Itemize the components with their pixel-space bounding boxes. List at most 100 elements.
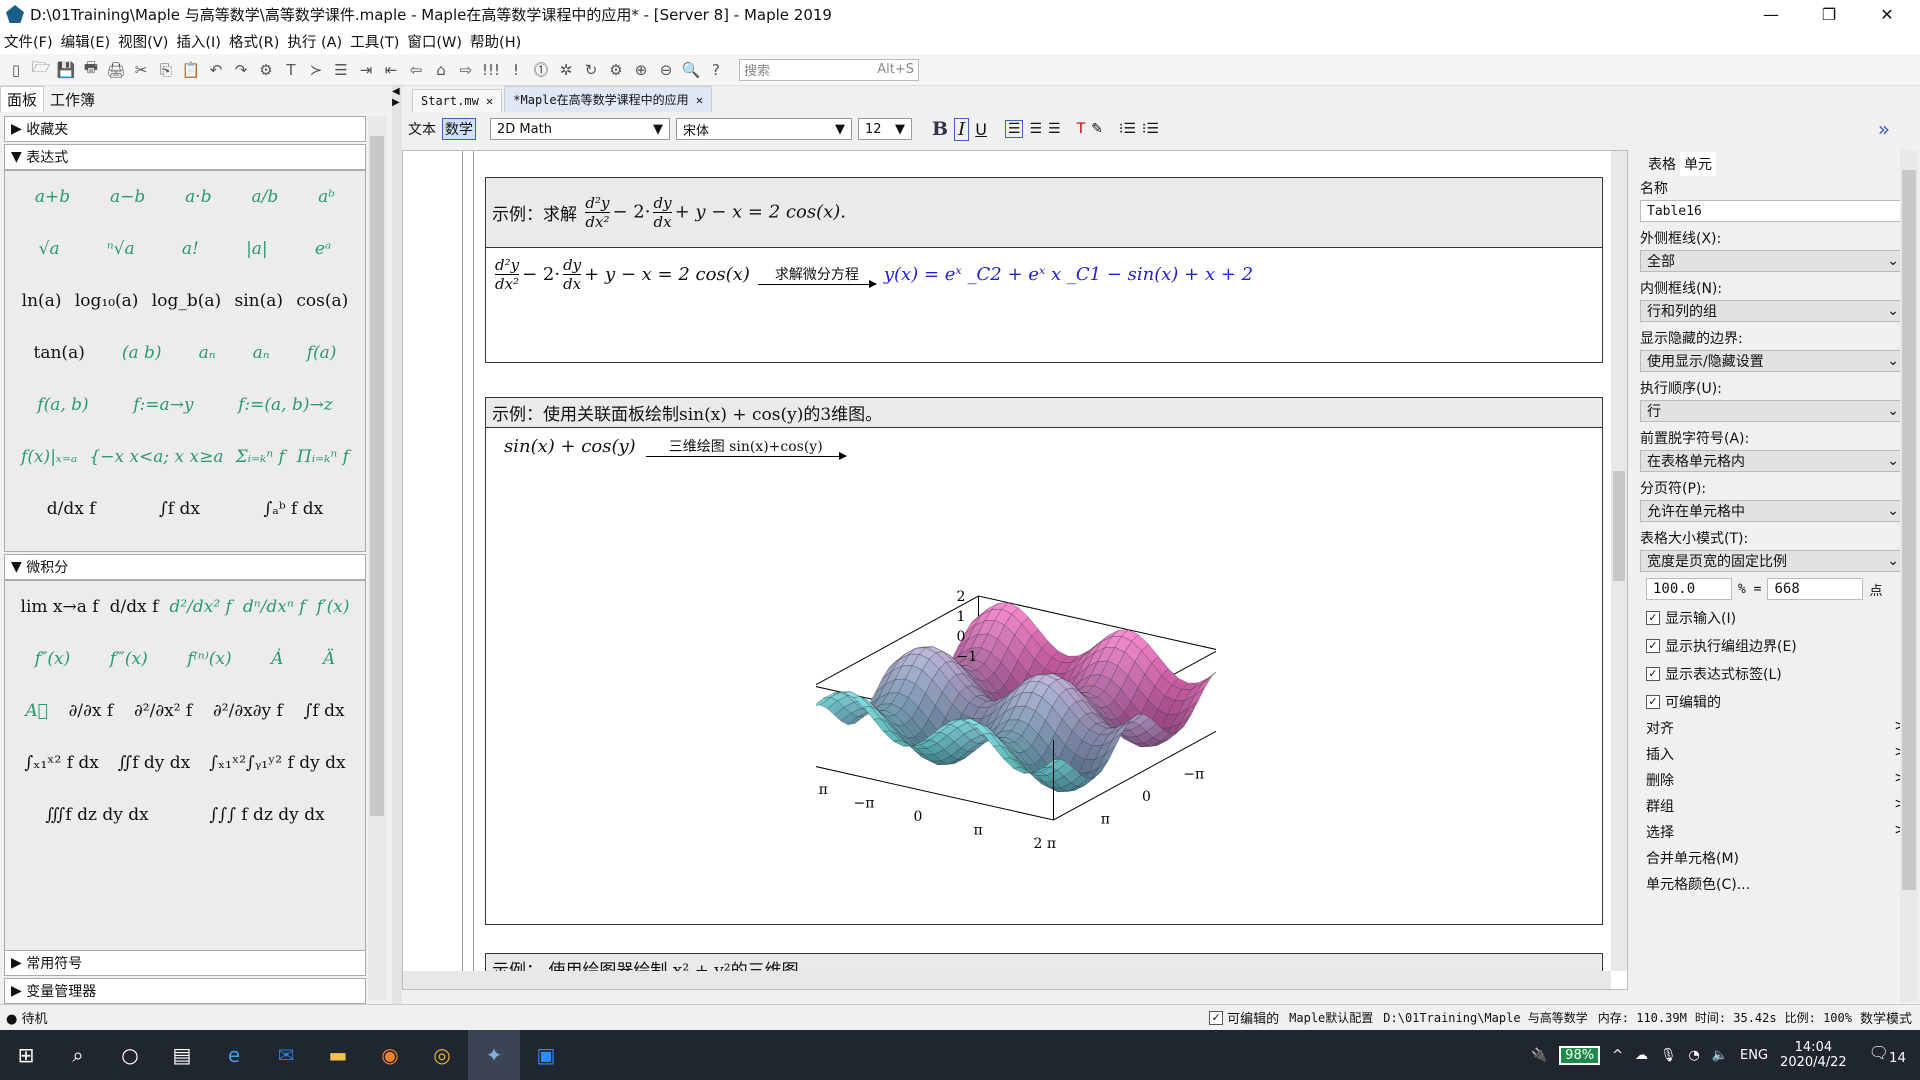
palette-item[interactable]: a! (182, 239, 199, 259)
cortana-icon[interactable]: ○ (104, 1030, 156, 1080)
toolbar-icon-8[interactable]: ↶ (206, 61, 226, 79)
palette-item[interactable]: ∫ₓ₁ˣ²∫ᵧ₁ʸ² f dy dx (209, 753, 345, 773)
palette-item[interactable]: aₙ (253, 343, 270, 363)
menu-tools[interactable]: 工具(T) (346, 31, 403, 52)
toolbar-icon-9[interactable]: ↷ (231, 61, 251, 79)
submenu-item[interactable]: 插入> (1646, 744, 1906, 764)
percent-input[interactable]: 100.0 (1646, 578, 1732, 600)
palette-item[interactable]: d/dx f (47, 499, 96, 519)
panel-collapse-handle[interactable]: ◀ ▶ (392, 86, 402, 1004)
toolbar-icon-21[interactable]: ⓵ (531, 59, 551, 80)
toolbar-icon-0[interactable]: ▯ (6, 61, 26, 79)
italic-button[interactable]: I (954, 117, 970, 141)
toolbar-icon-20[interactable]: ! (506, 61, 526, 79)
palette-item[interactable]: ∫f dx (304, 701, 345, 721)
palette-item[interactable]: cos(a) (296, 291, 348, 311)
toolbar-icon-12[interactable]: ≻ (306, 61, 326, 79)
points-input[interactable]: 668 (1767, 578, 1864, 600)
palette-item[interactable]: sin(a) (234, 291, 283, 311)
menu-format[interactable]: 格式(R) (225, 31, 283, 52)
palette-item[interactable]: d/dx f (110, 597, 159, 617)
section-expressions[interactable]: ▼ 表达式 (4, 144, 366, 170)
chrome-icon[interactable]: ◎ (416, 1030, 468, 1080)
network-icon[interactable]: ◔ (1689, 1048, 1700, 1063)
menu-evaluate[interactable]: 执行 (A) (283, 31, 346, 52)
toolbar-icon-16[interactable]: ⇦ (406, 61, 426, 79)
palette-item[interactable]: Σᵢ₌ₖⁿ f (236, 447, 285, 467)
menu-window[interactable]: 窗口(W) (403, 31, 466, 52)
toolbar-icon-3[interactable]: 🖶 (81, 57, 101, 82)
menu-edit[interactable]: 编辑(E) (57, 31, 114, 52)
plot-input-line[interactable]: sin(x) + cos(y) 三维绘图 sin(x)+cos(y) (486, 428, 1602, 465)
menu-help[interactable]: 帮助(H) (466, 31, 525, 52)
section-symbols[interactable]: ▶ 常用符号 (4, 950, 366, 976)
palette-item[interactable]: log₁₀(a) (75, 291, 139, 311)
palette-item[interactable]: f:=(a, b)→z (238, 395, 333, 415)
palette-item[interactable]: ∭f dz dy dx (45, 805, 148, 825)
palette-item[interactable]: ⁿ√a (107, 239, 135, 259)
align-center-icon[interactable]: ☰ (1029, 121, 1042, 137)
palette-item[interactable]: A⃛ (25, 701, 47, 721)
tab-palettes[interactable]: 面板 (0, 86, 45, 112)
close-tab-icon[interactable]: ✕ (486, 94, 493, 108)
toolbar-icon-11[interactable]: T (281, 61, 301, 79)
align-right-icon[interactable]: ☰ (1048, 121, 1061, 137)
section-calculus[interactable]: ▼ 微积分 (4, 554, 366, 580)
submenu-item[interactable]: 对齐> (1646, 718, 1906, 738)
microphone-icon[interactable]: 🎙 (1660, 1048, 1677, 1063)
palette-item[interactable]: aₙ (199, 343, 216, 363)
palette-item[interactable]: a/b (251, 187, 278, 207)
palette-item[interactable]: Ä (323, 649, 335, 669)
toolbar-icon-6[interactable]: ⎘ (156, 61, 176, 79)
search-input[interactable]: 搜索 Alt+S (739, 58, 919, 81)
palette-item[interactable]: ∂²/∂x∂y f (213, 701, 283, 721)
submenu-item[interactable]: 群组> (1646, 796, 1906, 816)
bullet-list-icon[interactable]: ⁝☰ (1119, 121, 1136, 137)
example-plot-group[interactable]: 示例：使用关联面板绘制sin(x) + cos(y)的3维图。 sin(x) +… (485, 397, 1603, 925)
submenu-item[interactable]: 选择> (1646, 822, 1906, 842)
math-mode-button[interactable]: 数学 (442, 118, 476, 140)
toolbar-icon-28[interactable]: ? (706, 61, 726, 79)
checkbox-checked-icon[interactable]: ✓ (1646, 695, 1660, 709)
show-hidden-icons[interactable]: ^ (1612, 1048, 1623, 1063)
palette-item[interactable]: (a b) (122, 343, 162, 363)
field-select[interactable]: 允许在单元格中 ⌄ (1640, 500, 1906, 522)
palette-item[interactable]: ∫f dx (159, 499, 200, 519)
tab-maple-course[interactable]: *Maple在高等数学课程中的应用 ✕ (504, 86, 713, 112)
toolbar-icon-13[interactable]: ☰ (331, 61, 351, 79)
palette-item[interactable]: ∂/∂x f (69, 701, 114, 721)
minimize-button[interactable]: — (1748, 0, 1794, 28)
toolbar-icon-5[interactable]: ✂ (131, 61, 151, 79)
palette-item[interactable]: f(a, b) (37, 395, 88, 415)
palette-item[interactable]: f⁽ⁿ⁾(x) (187, 649, 231, 669)
palette-item[interactable]: {−x x<a; x x≥a (89, 447, 223, 467)
firefox-icon[interactable]: ◉ (364, 1030, 416, 1080)
name-input[interactable]: Table16 (1640, 200, 1906, 222)
toolbar-icon-18[interactable]: ⇨ (456, 61, 476, 79)
toolbar-icon-26[interactable]: ⊖ (656, 61, 676, 79)
checkbox-checked-icon[interactable]: ✓ (1646, 639, 1660, 653)
palette-item[interactable]: ∂²/∂x² f (134, 701, 192, 721)
submenu-item[interactable]: 删除> (1646, 770, 1906, 790)
battery-indicator[interactable]: 98% (1559, 1045, 1601, 1065)
option-checkbox[interactable]: ✓ 可编辑的 (1646, 692, 1920, 712)
zoom-icon[interactable]: ▣ (520, 1030, 572, 1080)
checkbox-checked-icon[interactable]: ✓ (1646, 611, 1660, 625)
palette-item[interactable]: eᵃ (315, 239, 331, 259)
palette-scrollbar[interactable] (368, 116, 386, 1000)
maple-taskbar-icon[interactable]: ✦ (468, 1030, 520, 1080)
expand-context-panel-icon[interactable]: » (1878, 117, 1890, 141)
tab-cell[interactable]: 单元 (1680, 152, 1716, 176)
field-select[interactable]: 全部 ⌄ (1640, 250, 1906, 272)
toolbar-icon-15[interactable]: ⇤ (381, 61, 401, 79)
option-checkbox[interactable]: ✓ 显示表达式标签(L) (1646, 664, 1920, 684)
palette-item[interactable]: a·b (185, 187, 211, 207)
menu-insert[interactable]: 插入(I) (172, 31, 225, 52)
toolbar-icon-25[interactable]: ⊕ (631, 61, 651, 79)
outlook-icon[interactable]: ✉ (260, 1030, 312, 1080)
onedrive-icon[interactable]: ☁ (1635, 1048, 1648, 1063)
toolbar-icon-14[interactable]: ⇥ (356, 61, 376, 79)
worksheet[interactable]: 示例：求解 d²y dx² − 2· dy dx + y − x = 2 cos(x). … (402, 150, 1628, 990)
volume-icon[interactable]: 🔈 (1712, 1048, 1728, 1063)
palette-item[interactable]: tan(a) (34, 343, 85, 363)
